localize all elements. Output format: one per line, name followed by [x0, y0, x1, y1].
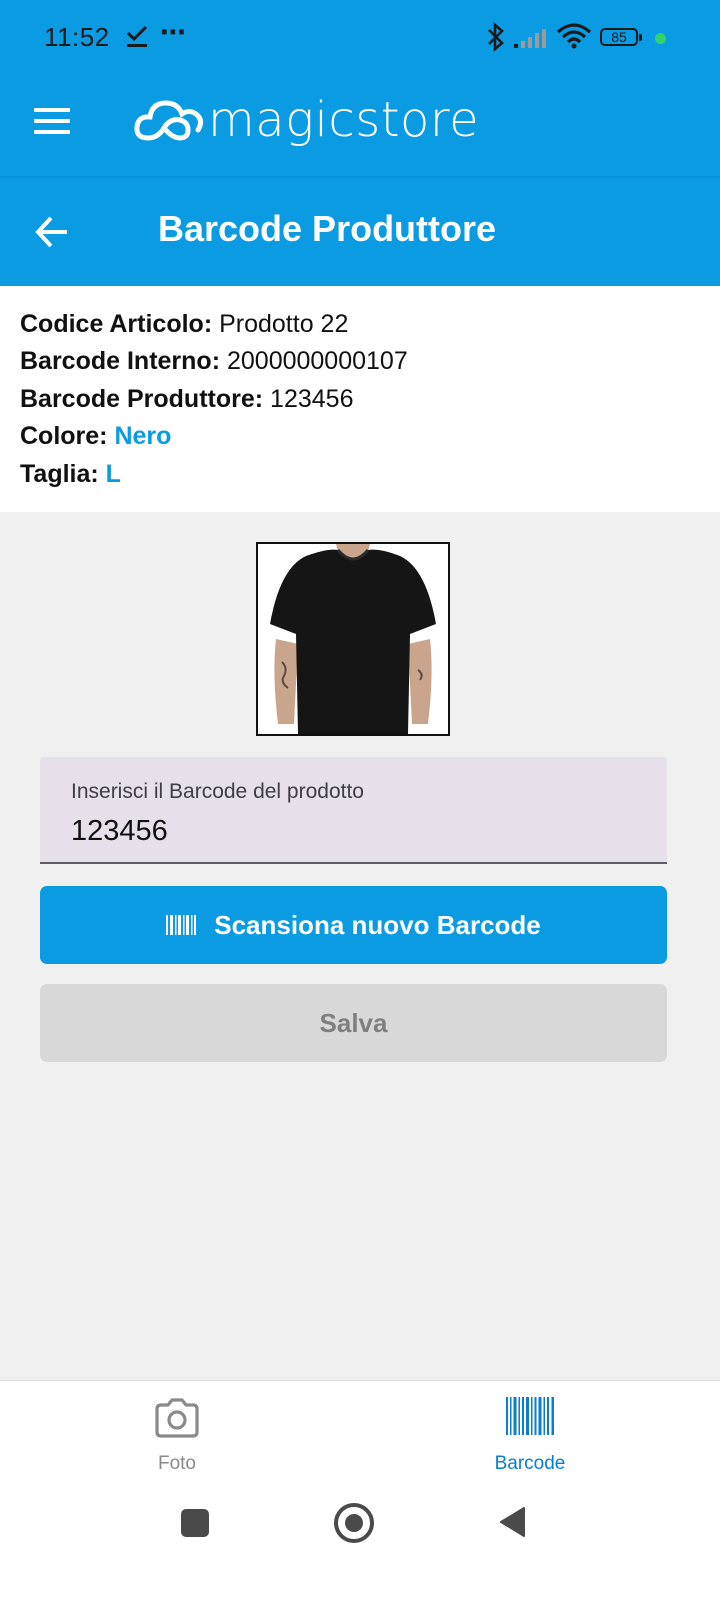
magicstore-logo: magicstore: [134, 92, 479, 148]
internal-barcode-value: 2000000000107: [226, 347, 408, 375]
recents-square-icon[interactable]: [181, 1509, 209, 1537]
cloud-logo-icon: [134, 100, 204, 141]
signal-icon: [514, 27, 548, 54]
scan-barcode-label: Scansiona nuovo Barcode: [214, 909, 541, 940]
info-color-row: Colore: Nero: [20, 422, 171, 451]
nav-item-foto[interactable]: Foto: [77, 1381, 277, 1497]
nav-label-barcode: Barcode: [494, 1453, 566, 1474]
producer-barcode-label: Barcode Produttore:: [20, 385, 264, 413]
battery-indicator: 85: [600, 28, 642, 46]
internal-barcode-label: Barcode Interno:: [20, 347, 221, 375]
page-titlebar: Barcode Produttore: [0, 178, 720, 286]
bottom-navigation: Foto Barcode: [0, 1380, 720, 1497]
status-bar: 11:52 ⋯ 85: [0, 0, 720, 76]
home-circle-icon[interactable]: [334, 1503, 374, 1543]
logo-text: magicstore: [208, 92, 480, 148]
nav-label-foto: Foto: [157, 1453, 197, 1474]
barcode-icon: [166, 915, 197, 935]
info-producer-row: Barcode Produttore: 123456: [20, 385, 353, 414]
back-triangle-icon[interactable]: [498, 1506, 526, 1543]
menu-button[interactable]: [34, 108, 70, 134]
system-navigation-bar: [0, 1496, 720, 1600]
privacy-indicator-dot: [655, 33, 666, 44]
bluetooth-icon: [486, 22, 506, 57]
overflow-dots-icon: ⋯: [160, 17, 187, 47]
size-value: L: [105, 460, 121, 488]
app-header: 11:52 ⋯ 85 magicstore: [0, 0, 720, 178]
scan-barcode-button[interactable]: Scansiona nuovo Barcode: [40, 886, 667, 964]
info-article-row: Codice Articolo: Prodotto 22: [20, 310, 348, 339]
producer-barcode-value: 123456: [270, 385, 354, 413]
nav-item-barcode[interactable]: Barcode: [430, 1381, 630, 1497]
camera-icon: [155, 1398, 199, 1438]
save-button[interactable]: Salva: [40, 984, 667, 1062]
barcode-input-field[interactable]: Inserisci il Barcode del prodotto: [40, 757, 667, 864]
wifi-icon: [556, 22, 592, 55]
article-label: Codice Articolo:: [20, 310, 213, 338]
info-internal-row: Barcode Interno: 2000000000107: [20, 347, 408, 376]
save-button-label: Salva: [319, 1007, 388, 1038]
page-title: Barcode Produttore: [158, 208, 497, 249]
color-label: Colore:: [20, 422, 108, 450]
status-time: 11:52: [44, 22, 110, 52]
color-value: Nero: [114, 422, 172, 450]
back-arrow-icon[interactable]: [34, 214, 70, 255]
barcode-input[interactable]: [71, 815, 631, 848]
article-value: Prodotto 22: [219, 310, 349, 338]
size-label: Taglia:: [20, 460, 99, 488]
download-check-icon: [126, 24, 148, 53]
info-size-row: Taglia: L: [20, 460, 121, 489]
barcode-icon: [506, 1397, 554, 1435]
product-info-panel: Codice Articolo: Prodotto 22 Barcode Int…: [0, 286, 720, 512]
barcode-input-label: Inserisci il Barcode del prodotto: [71, 780, 364, 803]
product-image: [256, 542, 450, 736]
